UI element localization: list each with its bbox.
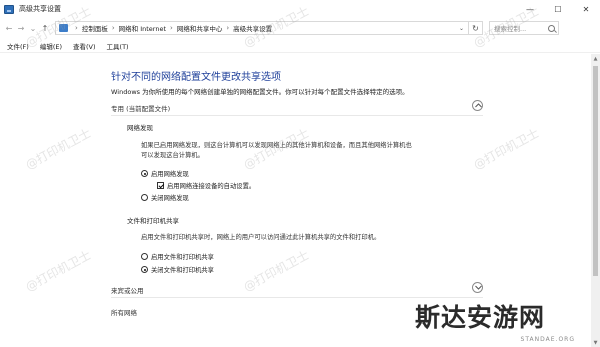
profile-guest-header[interactable]: 来宾或公用 bbox=[111, 282, 483, 298]
breadcrumb-separator-icon: › bbox=[170, 24, 173, 32]
up-arrow-icon[interactable]: ↑ bbox=[39, 21, 51, 35]
title-bar: 高级共享设置 — ☐ ✕ bbox=[0, 0, 600, 18]
breadcrumb-network-internet[interactable]: 网络和 Internet bbox=[119, 23, 166, 33]
page-title: 针对不同的网络配置文件更改共享选项 bbox=[111, 72, 281, 83]
breadcrumb-control-panel[interactable]: 控制面板 bbox=[82, 23, 108, 33]
menu-tools[interactable]: 工具(T) bbox=[107, 41, 129, 51]
back-arrow-icon[interactable]: ← bbox=[3, 21, 15, 35]
address-bar[interactable]: › 控制面板 › 网络和 Internet › 网络和共享中心 › 高级共享设置… bbox=[55, 21, 469, 35]
breadcrumb-separator-icon: › bbox=[75, 24, 78, 32]
profile-all-label: 所有网络 bbox=[111, 309, 137, 317]
site-logo: 斯达安游网 STANDAE.ORG bbox=[415, 298, 585, 344]
breadcrumb-separator-icon: › bbox=[111, 24, 115, 32]
enable-network-discovery-radio[interactable] bbox=[141, 170, 148, 177]
enable-file-sharing-radio[interactable] bbox=[141, 253, 148, 260]
collapse-chevron-up-icon[interactable] bbox=[472, 100, 483, 111]
disable-file-sharing-option[interactable]: 关闭文件和打印机共享 bbox=[141, 265, 214, 274]
auto-setup-label: 启用网络连接设备的自动设置。 bbox=[167, 183, 256, 190]
auto-setup-option[interactable]: 启用网络连接设备的自动设置。 bbox=[157, 181, 255, 190]
site-logo-text: 斯达安游网 bbox=[415, 303, 546, 332]
menu-edit[interactable]: 编辑(E) bbox=[40, 41, 62, 51]
navigation-bar: ← → ⌄ ↑ › 控制面板 › 网络和 Internet › 网络和共享中心 … bbox=[0, 20, 600, 36]
network-discovery-text-2: 可以发现这台计算机。 bbox=[141, 152, 204, 159]
recent-dropdown-icon[interactable]: ⌄ bbox=[27, 21, 39, 35]
page-description: Windows 为你所使用的每个网络创建单独的网络配置文件。你可以针对每个配置文… bbox=[111, 88, 409, 96]
menu-view[interactable]: 查看(V) bbox=[73, 41, 96, 51]
profile-guest-label: 来宾或公用 bbox=[111, 287, 144, 295]
disable-network-discovery-label: 关闭网络发现 bbox=[151, 195, 189, 202]
disable-file-sharing-radio[interactable] bbox=[141, 266, 148, 273]
menu-file[interactable]: 文件(F) bbox=[7, 41, 29, 51]
enable-file-sharing-label: 启用文件和打印机共享 bbox=[151, 254, 214, 261]
window-title: 高级共享设置 bbox=[19, 5, 61, 13]
disable-network-discovery-option[interactable]: 关闭网络发现 bbox=[141, 193, 189, 202]
scroll-down-arrow-icon[interactable]: ▼ bbox=[591, 338, 600, 347]
disable-network-discovery-radio[interactable] bbox=[141, 194, 148, 201]
network-discovery-text-1: 如果已启用网络发现，则这台计算机可以发现网络上的其他计算机和设备，而且其他网络计… bbox=[141, 142, 412, 149]
vertical-scrollbar[interactable]: ▲ ▼ bbox=[591, 54, 600, 347]
file-printer-sharing-text: 启用文件和打印机共享时，网络上的用户可以访问通过此计算机共享的文件和打印机。 bbox=[141, 234, 381, 241]
network-location-icon bbox=[59, 24, 68, 32]
close-button[interactable]: ✕ bbox=[572, 0, 600, 18]
network-discovery-title: 网络发现 bbox=[127, 124, 153, 132]
expand-chevron-down-icon[interactable] bbox=[472, 282, 483, 293]
forward-arrow-icon[interactable]: → bbox=[15, 21, 27, 35]
control-panel-icon bbox=[4, 4, 14, 14]
profile-private-label: 专用 (当前配置文件) bbox=[111, 105, 171, 113]
refresh-icon[interactable]: ↻ bbox=[469, 21, 483, 35]
auto-setup-checkbox[interactable] bbox=[157, 182, 164, 189]
maximize-button[interactable]: ☐ bbox=[544, 0, 572, 18]
breadcrumb-separator-icon: › bbox=[226, 24, 230, 32]
site-logo-domain: STANDAE.ORG bbox=[520, 336, 575, 343]
search-placeholder: 搜索控制... bbox=[494, 25, 527, 33]
disable-file-sharing-label: 关闭文件和打印机共享 bbox=[151, 267, 214, 274]
scroll-up-arrow-icon[interactable]: ▲ bbox=[591, 54, 600, 63]
file-printer-sharing-title: 文件和打印机共享 bbox=[127, 217, 179, 225]
minimize-button[interactable]: — bbox=[516, 0, 544, 18]
menu-bar: 文件(F) 编辑(E) 查看(V) 工具(T) bbox=[0, 40, 600, 53]
enable-network-discovery-label: 启用网络发现 bbox=[151, 171, 189, 178]
search-input[interactable]: 搜索控制... bbox=[489, 21, 559, 35]
address-dropdown-icon[interactable]: ⌄ bbox=[459, 25, 464, 32]
enable-file-sharing-option[interactable]: 启用文件和打印机共享 bbox=[141, 252, 214, 261]
profile-private-header[interactable]: 专用 (当前配置文件) bbox=[111, 100, 483, 116]
scrollbar-thumb[interactable] bbox=[593, 66, 598, 276]
enable-network-discovery-option[interactable]: 启用网络发现 bbox=[141, 169, 189, 178]
breadcrumb-network-sharing-center[interactable]: 网络和共享中心 bbox=[177, 23, 223, 33]
breadcrumb-advanced-sharing[interactable]: 高级共享设置 bbox=[233, 23, 272, 33]
search-icon bbox=[548, 24, 555, 32]
window-controls: — ☐ ✕ bbox=[516, 0, 600, 18]
